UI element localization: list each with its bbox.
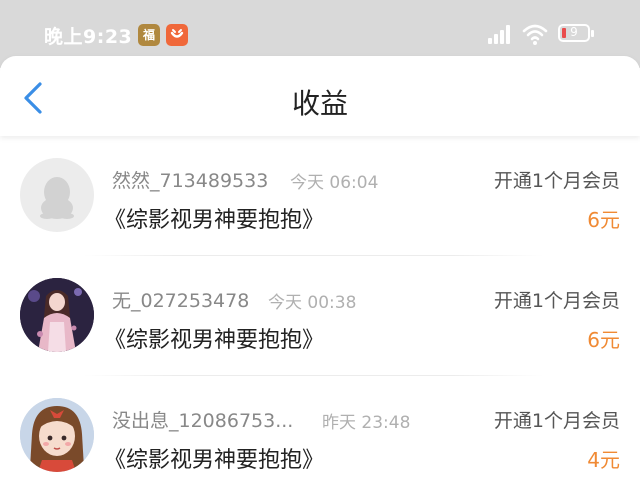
book-title: 《综影视男神要抱抱》 [104, 328, 325, 353]
username: 无_027253478 [112, 290, 250, 312]
status-time: 晚上9:23 [44, 26, 133, 48]
taobao-app-icon [166, 24, 188, 46]
battery-cap [591, 30, 594, 37]
event-label: 开通1个月会员 [493, 170, 620, 192]
avatar[interactable] [20, 158, 94, 232]
default-penguin-avatar-icon [40, 177, 74, 219]
username: 没出息_12086753... [112, 410, 294, 432]
battery-icon: 9 [558, 24, 590, 42]
username: 然然_713489533 [112, 170, 269, 192]
battery-level-text: 9 [570, 25, 578, 39]
timestamp: 今天 06:04 [290, 173, 379, 193]
event-label: 开通1个月会员 [493, 290, 620, 312]
amount: 6元 [587, 328, 620, 352]
cartoon-girl-avatar-icon [20, 398, 94, 472]
timestamp: 昨天 23:48 [322, 413, 411, 433]
wifi-icon [522, 22, 548, 46]
earning-list-item[interactable]: 然然_713489533 今天 06:04 《综影视男神要抱抱》 开通1个月会员… [0, 136, 640, 256]
page-header: 收益 [0, 56, 640, 136]
anime-girl-avatar-icon [20, 278, 94, 352]
book-title: 《综影视男神要抱抱》 [104, 208, 325, 233]
event-label: 开通1个月会员 [493, 410, 620, 432]
earning-list-item[interactable]: 没出息_12086753... 昨天 23:48 《综影视男神要抱抱》 开通1个… [0, 376, 640, 496]
earnings-list: 然然_713489533 今天 06:04 《综影视男神要抱抱》 开通1个月会员… [0, 136, 640, 496]
earning-list-item[interactable]: 无_027253478 今天 00:38 《综影视男神要抱抱》 开通1个月会员 … [0, 256, 640, 376]
page-title: 收益 [291, 87, 348, 120]
fu-app-icon: 福 [138, 24, 160, 46]
amount: 4元 [587, 448, 620, 472]
avatar[interactable] [20, 398, 94, 472]
amount: 6元 [587, 208, 620, 232]
avatar[interactable] [20, 278, 94, 352]
book-title: 《综影视男神要抱抱》 [104, 448, 325, 473]
timestamp: 今天 00:38 [268, 293, 357, 313]
signal-icon [488, 24, 514, 44]
